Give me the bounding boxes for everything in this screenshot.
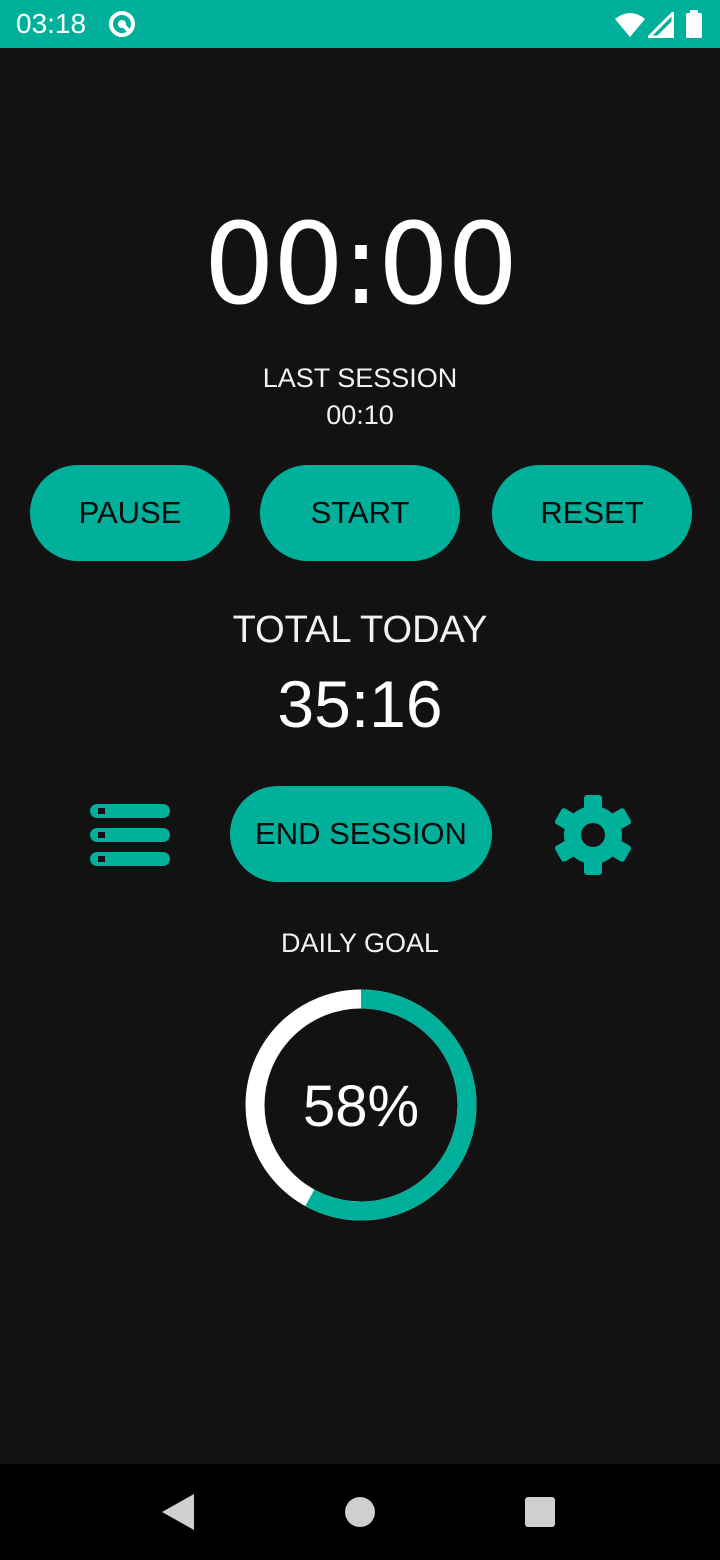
timer-display: 00:00: [203, 200, 519, 330]
reset-button[interactable]: RESET: [492, 465, 692, 561]
list-icon[interactable]: [88, 802, 172, 868]
wifi-icon: [615, 13, 645, 37]
last-session-value: 00:10: [326, 400, 394, 430]
start-button[interactable]: START: [260, 465, 460, 561]
pause-button[interactable]: PAUSE: [30, 465, 230, 561]
gear-icon[interactable]: [552, 794, 634, 876]
status-bar: 03:18: [0, 0, 720, 48]
battery-icon: [686, 10, 702, 38]
total-today-value: 35:16: [277, 667, 443, 741]
daily-goal-label: DAILY GOAL: [280, 928, 440, 958]
cell-signal-icon: [648, 12, 674, 38]
app-screen: 03:18 00:00 LAST SESSION 00:10 PAUSE STA…: [0, 0, 720, 1560]
total-today-label: TOTAL TODAY: [232, 609, 488, 651]
daily-goal-percent: 58%: [302, 1074, 420, 1139]
last-session-label: LAST SESSION: [262, 363, 458, 393]
back-triangle-icon[interactable]: [160, 1492, 196, 1532]
home-circle-icon[interactable]: [344, 1496, 376, 1528]
system-nav-bar: [0, 1464, 720, 1560]
end-session-button[interactable]: END SESSION: [230, 786, 492, 882]
sync-circle-icon: [109, 11, 135, 37]
status-time: 03:18: [16, 8, 87, 39]
recents-square-icon[interactable]: [524, 1496, 556, 1528]
